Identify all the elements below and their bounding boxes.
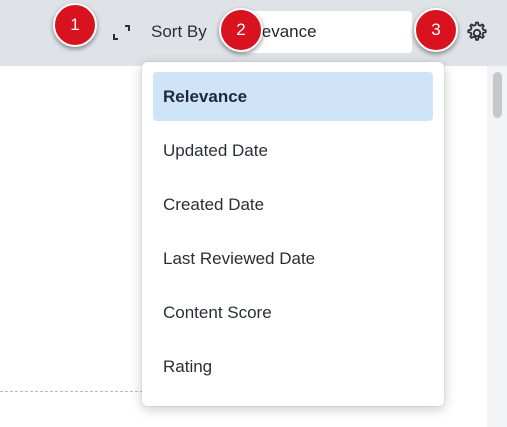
sort-option-updated-date[interactable]: Updated Date xyxy=(153,126,433,175)
step-marker-2: 2 xyxy=(219,8,263,52)
sort-option-rating[interactable]: Rating xyxy=(153,342,433,391)
sort-option-created-date[interactable]: Created Date xyxy=(153,180,433,229)
sort-dropdown-menu: Relevance Updated Date Created Date Last… xyxy=(142,62,444,406)
sort-option-last-reviewed-date[interactable]: Last Reviewed Date xyxy=(153,234,433,283)
sort-option-relevance[interactable]: Relevance xyxy=(153,72,433,121)
sort-option-content-score[interactable]: Content Score xyxy=(153,288,433,337)
scrollbar-track[interactable] xyxy=(487,66,507,427)
dashed-divider xyxy=(0,391,143,392)
sort-select-value: levance xyxy=(258,22,317,41)
step-marker-3: 3 xyxy=(414,8,458,52)
sort-by-label: Sort By xyxy=(151,22,207,41)
scrollbar-thumb[interactable] xyxy=(493,72,502,118)
step-marker-1: 1 xyxy=(53,3,97,47)
gear-icon[interactable] xyxy=(464,20,488,44)
expand-icon[interactable] xyxy=(112,22,132,42)
